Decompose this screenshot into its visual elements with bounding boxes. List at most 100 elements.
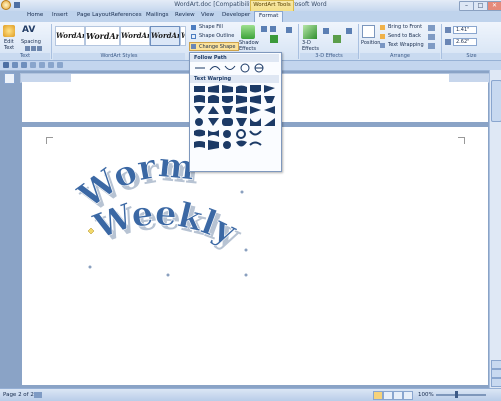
warp-shape[interactable] <box>208 140 219 150</box>
warp-shape[interactable] <box>236 95 247 104</box>
print-layout-view-button[interactable] <box>373 391 383 400</box>
warp-shape[interactable] <box>249 141 262 146</box>
qat-customize-icon[interactable] <box>57 62 63 68</box>
warp-shape[interactable] <box>208 118 219 126</box>
shape-arch-down[interactable] <box>224 65 236 70</box>
shape-arch-up[interactable] <box>209 66 221 71</box>
3d-effects-label[interactable]: 3-D Effects <box>302 40 319 52</box>
tab-review[interactable]: Review <box>175 12 195 18</box>
tab-page-layout[interactable]: Page Layout <box>77 12 111 18</box>
warp-shape[interactable] <box>208 130 219 137</box>
shape-outline-button[interactable]: Shape Outline <box>190 33 240 40</box>
warp-shape[interactable] <box>236 85 247 94</box>
height-input[interactable]: 1.41" <box>453 26 477 34</box>
warp-shape[interactable] <box>264 106 275 114</box>
page-indicator[interactable]: Page 2 of 2 <box>3 392 34 398</box>
warp-shape[interactable] <box>250 95 261 104</box>
warp-shape[interactable] <box>236 129 246 139</box>
warp-shape[interactable] <box>208 106 219 114</box>
nudge-shadow-up-icon[interactable] <box>261 26 267 32</box>
shape-fill-button[interactable]: Shape Fill <box>190 24 238 31</box>
resize-handle[interactable] <box>166 273 170 277</box>
zoom-level[interactable]: 100% <box>418 392 434 398</box>
warp-shape[interactable] <box>208 95 219 103</box>
spelling-icon[interactable] <box>48 62 54 68</box>
warp-shape[interactable] <box>208 85 219 93</box>
shadow-on-off-icon[interactable] <box>270 35 278 43</box>
tab-insert[interactable]: Insert <box>52 12 68 18</box>
tilt-right-icon[interactable] <box>346 28 352 34</box>
redo-icon[interactable] <box>21 62 27 68</box>
warp-shape[interactable] <box>223 130 231 138</box>
warp-shape[interactable] <box>194 129 205 137</box>
shadow-effects-icon[interactable] <box>241 25 255 39</box>
spacing-icon[interactable]: AV <box>22 25 35 35</box>
tab-developer[interactable]: Developer <box>222 12 250 18</box>
resize-handle[interactable] <box>244 248 248 252</box>
tilt-up-icon[interactable] <box>323 28 329 34</box>
3d-effects-icon[interactable] <box>303 25 317 39</box>
warp-shape[interactable] <box>236 106 247 114</box>
warp-shape[interactable] <box>194 106 205 114</box>
adjust-handle[interactable] <box>87 227 95 235</box>
align-icon[interactable] <box>428 25 435 31</box>
save-icon[interactable] <box>3 62 9 68</box>
tab-selector[interactable] <box>4 73 15 84</box>
nudge-shadow-right-icon[interactable] <box>286 27 292 33</box>
warp-shape[interactable] <box>236 140 247 147</box>
edit-text-icon[interactable] <box>3 25 15 37</box>
warp-shape[interactable] <box>264 85 275 93</box>
group-icon[interactable] <box>428 34 435 40</box>
spacing-label[interactable]: Spacing <box>21 39 41 45</box>
edit-text-label[interactable]: Edit Text <box>4 39 14 51</box>
wordart-style-tile[interactable]: WordArt <box>55 26 85 46</box>
nudge-shadow-left-icon[interactable] <box>270 26 276 32</box>
warp-shape[interactable] <box>249 130 262 136</box>
text-small-buttons[interactable] <box>25 46 50 51</box>
preview-icon[interactable] <box>39 62 45 68</box>
maximize-button[interactable]: □ <box>473 1 488 11</box>
3d-on-off-icon[interactable] <box>333 35 341 43</box>
select-browse-object-button[interactable] <box>491 369 501 378</box>
tab-mailings[interactable]: Mailings <box>146 12 169 18</box>
position-label[interactable]: Position <box>361 40 380 46</box>
warp-shape[interactable] <box>194 86 205 92</box>
change-shape-button[interactable]: Change Shape <box>189 42 239 51</box>
warp-shape[interactable] <box>223 141 231 149</box>
warp-shape[interactable] <box>222 85 233 93</box>
tab-view[interactable]: View <box>201 12 214 18</box>
resize-handle[interactable] <box>240 190 244 194</box>
warp-shape[interactable] <box>194 141 205 148</box>
web-layout-view-button[interactable] <box>393 391 403 400</box>
outline-view-button[interactable] <box>403 391 413 400</box>
next-page-button[interactable] <box>491 378 501 387</box>
vertical-scrollbar[interactable] <box>489 70 501 388</box>
rotate-icon[interactable] <box>428 43 435 49</box>
warp-shape[interactable] <box>195 118 203 126</box>
tab-home[interactable]: Home <box>27 12 43 18</box>
resize-handle[interactable] <box>244 273 248 277</box>
close-button[interactable]: ✕ <box>487 1 501 11</box>
minimize-button[interactable]: – <box>459 1 474 11</box>
send-to-back-button[interactable]: Send to Back <box>380 33 432 40</box>
wordart-style-tile[interactable]: WordArt <box>120 26 150 46</box>
tab-references[interactable]: References <box>111 12 142 18</box>
position-icon[interactable] <box>362 25 375 38</box>
tab-format[interactable]: Format <box>254 11 284 22</box>
resize-handle[interactable] <box>88 265 92 269</box>
print-icon[interactable] <box>30 62 36 68</box>
previous-page-button[interactable] <box>491 360 501 369</box>
bring-to-front-button[interactable]: Bring to Front <box>380 24 432 31</box>
text-wrapping-button[interactable]: Text Wrapping <box>380 42 432 49</box>
warp-shape[interactable] <box>194 95 205 103</box>
warp-shape[interactable] <box>264 96 275 103</box>
shadow-effects-label[interactable]: Shadow Effects <box>239 40 259 52</box>
wordart-style-tile-selected[interactable]: WordArt <box>150 26 180 46</box>
warp-shape[interactable] <box>222 106 233 114</box>
warp-shape[interactable] <box>250 106 261 114</box>
warp-shape[interactable] <box>222 118 233 126</box>
warp-shape[interactable] <box>250 85 261 93</box>
full-screen-reading-view-button[interactable] <box>383 391 393 400</box>
zoom-slider-track[interactable] <box>436 394 486 396</box>
warp-shape[interactable] <box>264 118 275 126</box>
